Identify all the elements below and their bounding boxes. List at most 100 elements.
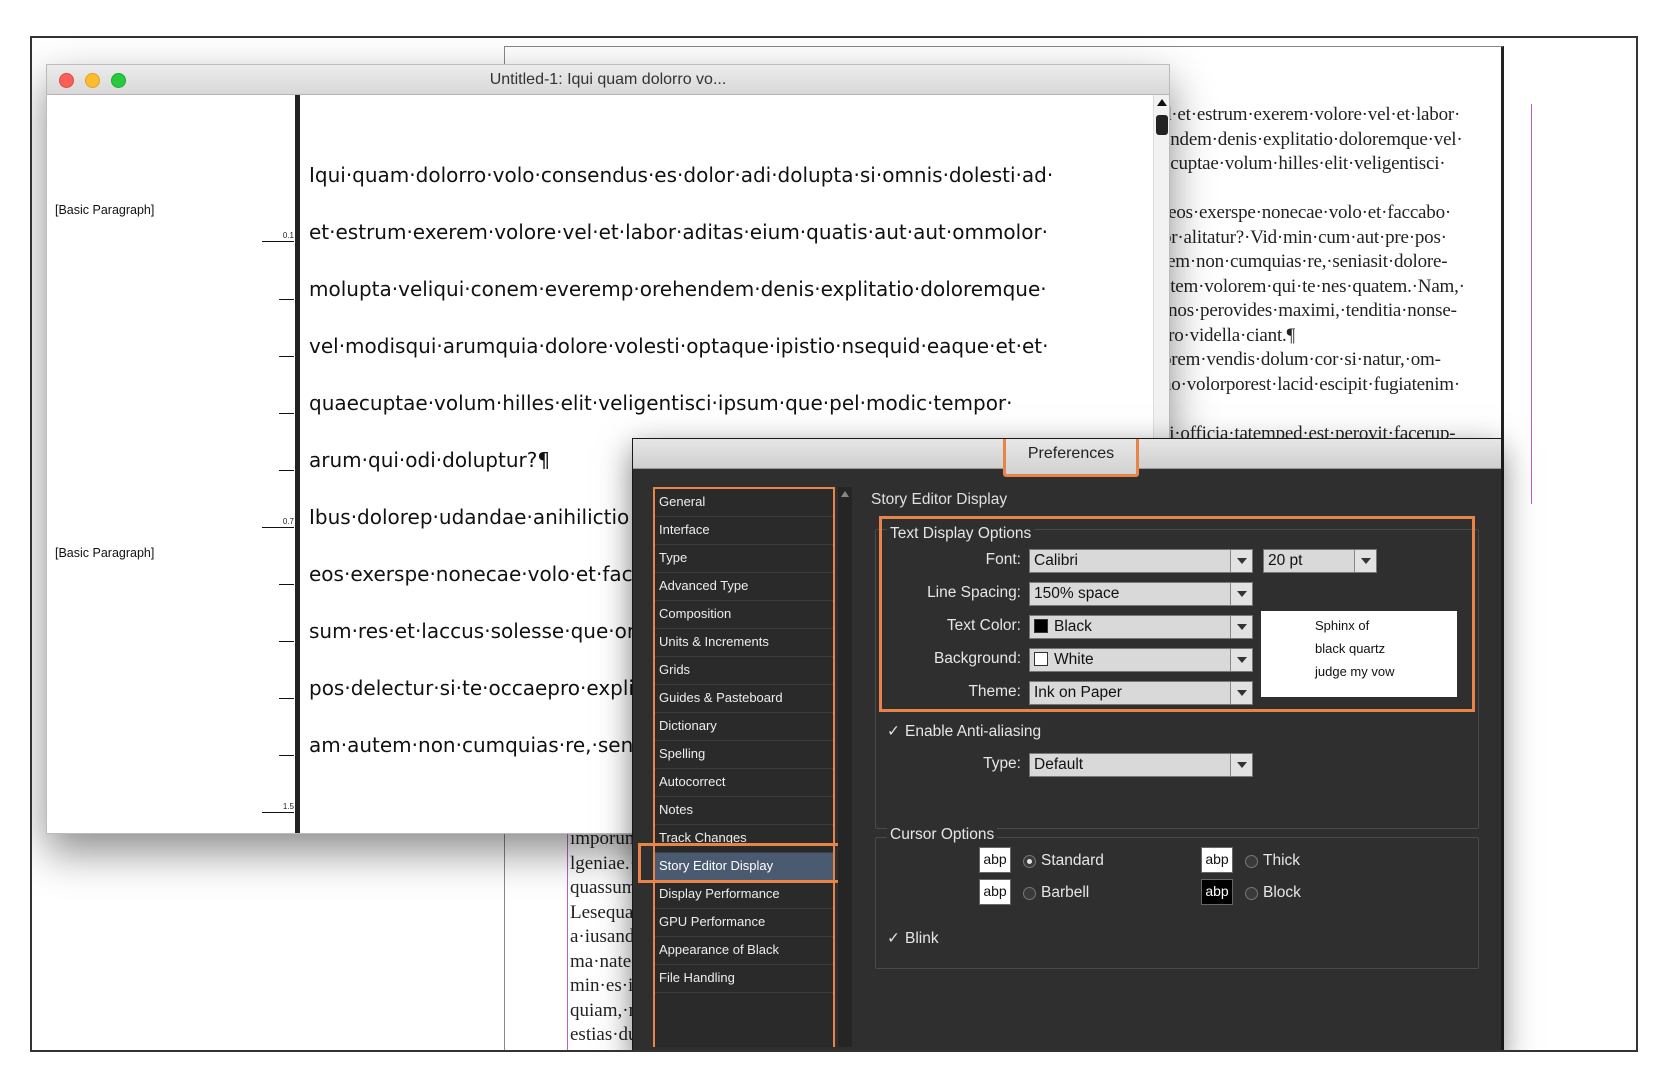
preferences-title: Preferences xyxy=(1003,439,1139,477)
chevron-down-icon[interactable] xyxy=(1230,682,1252,704)
layout-text-line: ctem·volorem·qui·te·nes·quatem.·Nam,· xyxy=(1162,275,1465,297)
layout-text-line: no·volorporest·lacid·escipit·fugiatenim· xyxy=(1162,373,1461,395)
checkmark-icon: ✓ xyxy=(887,930,900,947)
story-text-line[interactable]: et·estrum·exerem·volore·vel·et·labor·adi… xyxy=(309,220,1048,244)
standard-cursor-radio[interactable] xyxy=(1023,855,1036,868)
chevron-down-icon[interactable] xyxy=(1230,583,1252,605)
story-text-line[interactable]: vel·modisqui·arumquia·dolore·volesti·opt… xyxy=(309,334,1048,358)
layout-text-line: rro·vidella·ciant.¶ xyxy=(1162,324,1295,346)
category-item-general[interactable]: General xyxy=(655,489,833,517)
section-title: Story Editor Display xyxy=(871,491,1008,508)
story-text-line[interactable]: molupta·veliqui·conem·everemp·orehendem·… xyxy=(309,277,1047,301)
scroll-up-arrow-icon[interactable] xyxy=(841,491,849,497)
anti-aliasing-type-dropdown[interactable]: Default xyxy=(1029,753,1253,777)
line-spacing-dropdown[interactable]: 150% space xyxy=(1029,582,1253,606)
category-item-spelling[interactable]: Spelling xyxy=(655,741,833,769)
text-color-dropdown[interactable]: Black xyxy=(1029,615,1253,639)
category-item-appearance-of-black[interactable]: Appearance of Black xyxy=(655,937,833,965)
block-cursor-radio[interactable] xyxy=(1245,887,1258,900)
chevron-down-icon[interactable] xyxy=(1230,616,1252,638)
text-color-label: Text Color: xyxy=(946,617,1021,634)
depth-ruler-mark: 1.5 xyxy=(262,802,294,813)
checkmark-icon: ✓ xyxy=(887,723,900,740)
story-text-line[interactable]: Ibus·dolorep·udandae·anihilictio xyxy=(309,505,629,529)
category-item-type[interactable]: Type xyxy=(655,545,833,573)
layout-text-line: ·eos·exerspe·nonecae·volo·et·faccabo· xyxy=(1162,202,1452,223)
background-label: Background: xyxy=(933,650,1021,667)
white-swatch-icon xyxy=(1034,652,1048,666)
thick-cursor-icon[interactable]: abp xyxy=(1201,847,1233,873)
category-item-track-changes[interactable]: Track Changes xyxy=(655,825,833,853)
story-editor-divider[interactable] xyxy=(295,95,300,833)
category-item-guides-pasteboard[interactable]: Guides & Pasteboard xyxy=(655,685,833,713)
category-item-grids[interactable]: Grids xyxy=(655,657,833,685)
preferences-category-list: General Interface Type Advanced Type Composi… xyxy=(653,487,835,1047)
story-editor-titlebar[interactable]: Untitled-1: Iqui quam dolorro vo... xyxy=(47,65,1169,95)
category-item-advanced-type[interactable]: Advanced Type xyxy=(655,573,833,601)
story-text-line[interactable]: eos·exerspe·nonecae·volo·et·fac xyxy=(309,562,633,586)
depth-ruler-tick xyxy=(279,641,294,642)
category-list-scrollbar[interactable] xyxy=(838,487,852,1047)
scroll-up-arrow-icon[interactable] xyxy=(1157,99,1167,106)
depth-ruler-mark: 0.1 xyxy=(262,231,294,242)
category-item-story-editor-display[interactable]: Story Editor Display xyxy=(655,853,833,881)
layout-text-line xyxy=(1162,178,1531,203)
category-item-gpu-performance[interactable]: GPU Performance xyxy=(655,909,833,937)
anti-aliasing-label: Enable Anti-aliasing xyxy=(905,723,1042,740)
category-item-notes[interactable]: Notes xyxy=(655,797,833,825)
category-item-display-performance[interactable]: Display Performance xyxy=(655,881,833,909)
font-size-value: 20 pt xyxy=(1268,552,1303,569)
story-text-line[interactable]: sum·res·et·laccus·solesse·que·on xyxy=(309,619,640,643)
scroll-thumb[interactable] xyxy=(1156,115,1168,135)
anti-aliasing-type-label: Type: xyxy=(983,755,1021,772)
background-dropdown[interactable]: White xyxy=(1029,648,1253,672)
chevron-down-icon[interactable] xyxy=(1230,754,1252,776)
anti-aliasing-checkbox[interactable]: ✓ Enable Anti-aliasing xyxy=(887,722,1041,741)
standard-cursor-icon[interactable]: abp xyxy=(979,847,1011,873)
preferences-titlebar[interactable]: Preferences xyxy=(633,439,1501,477)
layout-text-line: tem·non·cumquias·re,·seniasit·dolore- xyxy=(1162,251,1448,272)
depth-ruler-tick xyxy=(279,584,294,585)
thick-cursor-radio[interactable] xyxy=(1245,855,1258,868)
layout-text-line: d·et·estrum·exerem·volore·vel·et·labor· xyxy=(1162,104,1461,125)
line-spacing-value: 150% space xyxy=(1034,585,1120,602)
barbell-cursor-radio[interactable] xyxy=(1023,887,1036,900)
screenshot-frame: d·et·estrum·exerem·volore·vel·et·labor· e… xyxy=(30,36,1638,1052)
font-dropdown[interactable]: Calibri xyxy=(1029,549,1253,573)
blink-checkbox[interactable]: ✓ Blink xyxy=(887,929,939,948)
anti-aliasing-type-value: Default xyxy=(1034,756,1084,773)
text-display-options-title: Text Display Options xyxy=(887,525,1035,543)
font-size-dropdown[interactable]: 20 pt xyxy=(1263,549,1377,573)
chevron-down-icon[interactable] xyxy=(1230,649,1252,671)
standard-cursor-label: Standard xyxy=(1041,852,1104,869)
category-item-file-handling[interactable]: File Handling xyxy=(655,965,833,993)
preview-line: Sphinx of xyxy=(1315,618,1370,633)
text-display-preview: Sphinx of black quartz judge my vow xyxy=(1261,611,1457,697)
chevron-down-icon[interactable] xyxy=(1230,550,1252,572)
preview-line: judge my vow xyxy=(1315,664,1395,679)
block-cursor-icon[interactable]: abp xyxy=(1201,879,1233,905)
block-cursor-label: Block xyxy=(1263,884,1301,901)
depth-ruler-mark: 0.7 xyxy=(262,517,294,528)
category-item-autocorrect[interactable]: Autocorrect xyxy=(655,769,833,797)
story-text-line[interactable]: arum·qui·odi·doluptur?¶ xyxy=(309,448,550,472)
paragraph-style-label: [Basic Paragraph] xyxy=(55,546,155,560)
barbell-cursor-icon[interactable]: abp xyxy=(979,879,1011,905)
category-item-composition[interactable]: Composition xyxy=(655,601,833,629)
category-item-interface[interactable]: Interface xyxy=(655,517,833,545)
cursor-options-group xyxy=(875,837,1479,969)
story-text-line[interactable]: Iqui·quam·dolorro·volo·consendus·es·dolo… xyxy=(309,163,1053,187)
layout-text-line: orem·vendis·dolum·cor·si·natur,·om- xyxy=(1162,349,1441,370)
category-item-units-increments[interactable]: Units & Increments xyxy=(655,629,833,657)
preferences-dialog: Preferences General Interface Type Advanced… xyxy=(632,438,1502,1050)
line-spacing-label: Line Spacing: xyxy=(927,584,1021,601)
category-item-dictionary[interactable]: Dictionary xyxy=(655,713,833,741)
theme-dropdown[interactable]: Ink on Paper xyxy=(1029,681,1253,705)
story-text-line[interactable]: am·autem·non·cumquias·re,·sen xyxy=(309,733,633,757)
depth-ruler-tick xyxy=(279,470,294,471)
story-text-line[interactable]: quaecuptae·volum·hilles·elit·veligentisc… xyxy=(309,391,1013,415)
depth-ruler-tick xyxy=(279,755,294,756)
theme-value: Ink on Paper xyxy=(1034,684,1122,701)
story-text-line[interactable]: pos·delectur·si·te·occaepro·expli xyxy=(309,676,634,700)
chevron-down-icon[interactable] xyxy=(1354,550,1376,572)
